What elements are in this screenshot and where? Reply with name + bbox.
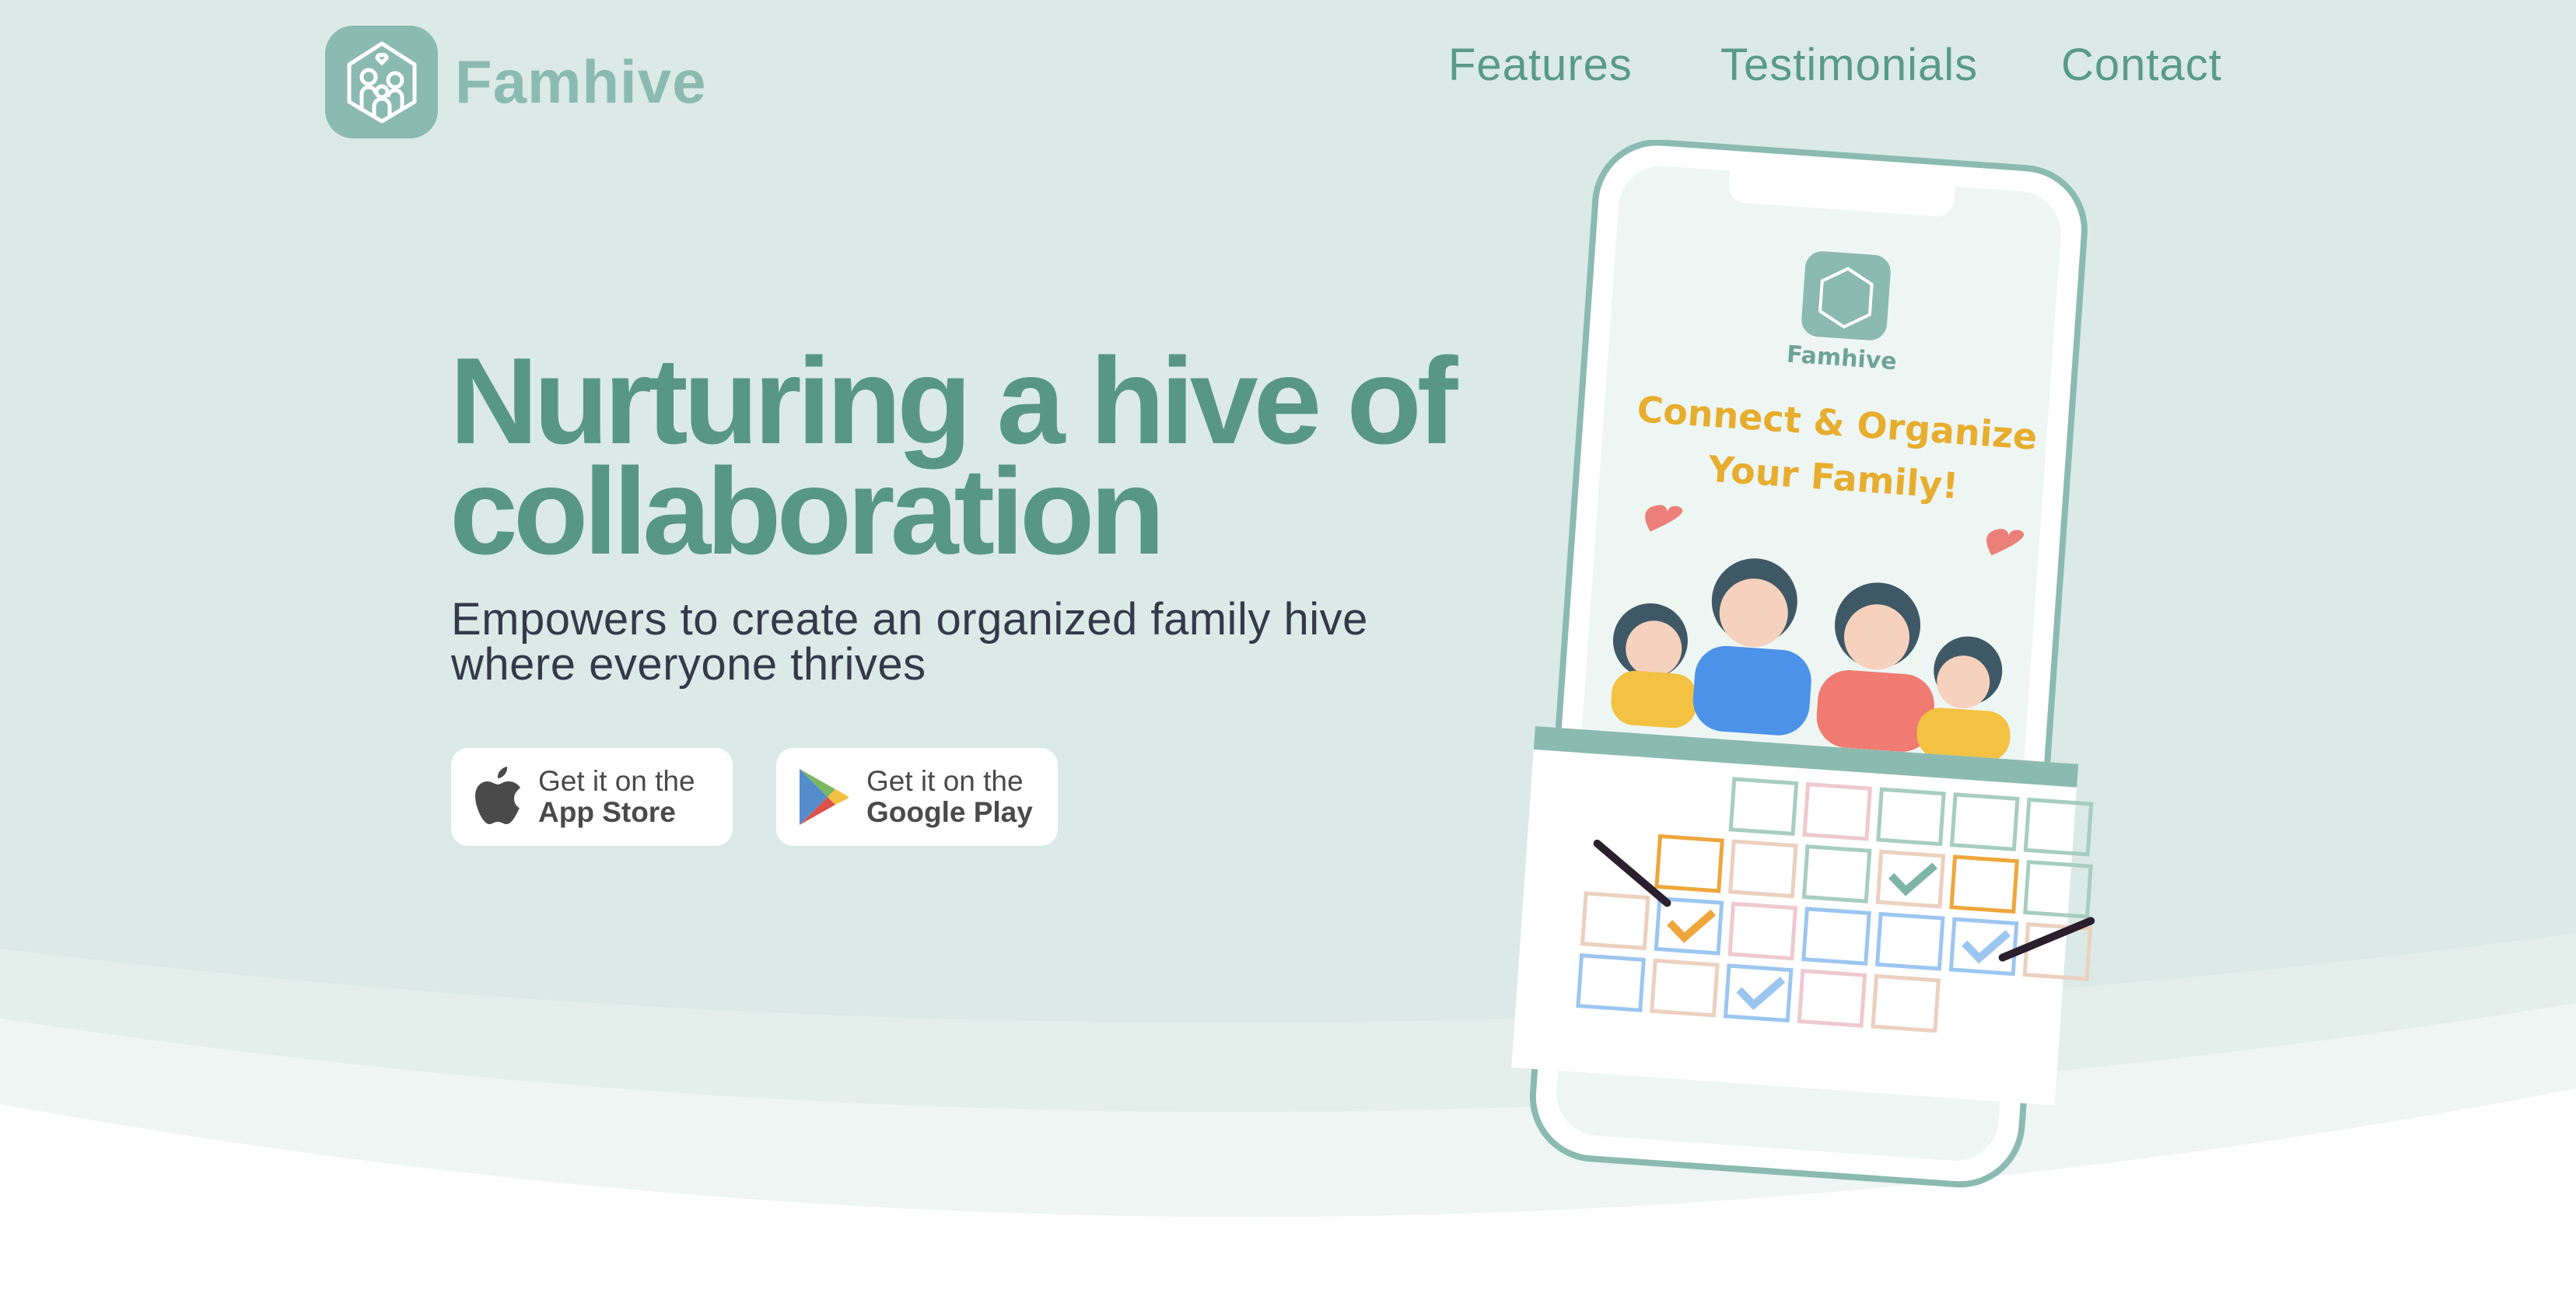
hero-title-line2: collaboration	[450, 443, 1165, 580]
app-store-button[interactable]: Get it on the App Store	[451, 748, 733, 846]
hero-subtitle: Empowers to create an organized family h…	[451, 597, 1368, 687]
google-play-icon	[800, 769, 849, 825]
brand-logo[interactable]: Famhive	[325, 26, 706, 138]
app-store-line2: App Store	[538, 796, 676, 828]
apple-icon	[475, 767, 520, 824]
hero-title: Nurturing a hive of collaboration	[450, 340, 1458, 573]
app-store-line1: Get it on the	[538, 765, 695, 797]
nav-contact[interactable]: Contact	[2061, 39, 2222, 91]
brand-name: Famhive	[455, 47, 707, 116]
hero-subtitle-line1: Empowers to create an organized family h…	[451, 594, 1368, 645]
google-play-line1: Get it on the	[866, 765, 1024, 797]
hero-subtitle-line2: where everyone thrives	[451, 639, 926, 690]
nav-testimonials[interactable]: Testimonials	[1720, 39, 1978, 91]
google-play-button[interactable]: Get it on the Google Play	[776, 748, 1058, 846]
nav-features[interactable]: Features	[1448, 39, 1633, 91]
phone-logo-icon	[1801, 251, 1891, 341]
google-play-line2: Google Play	[866, 796, 1033, 828]
phone-mockup-illustration: Famhive Connect & Organize Your Family!	[1511, 140, 2095, 1188]
family-house-icon	[325, 26, 438, 138]
